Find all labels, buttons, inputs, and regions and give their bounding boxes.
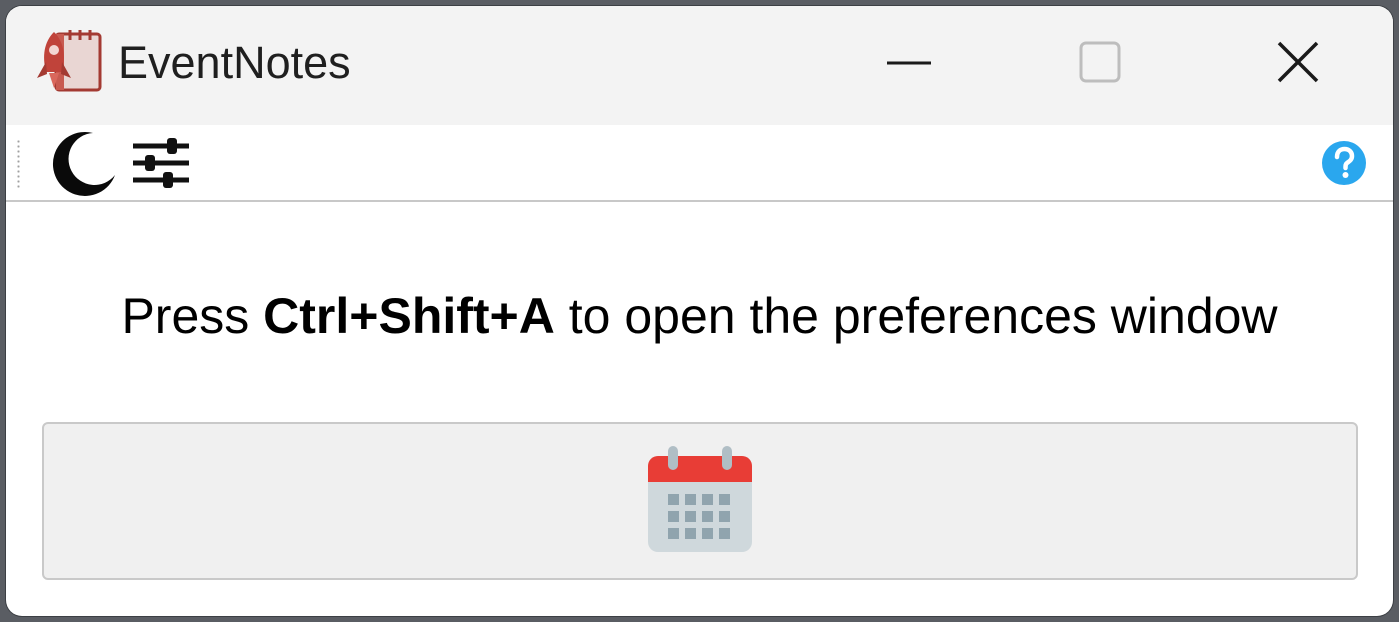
close-button[interactable]: [1253, 26, 1343, 102]
calendar-button[interactable]: [42, 422, 1358, 580]
settings-button[interactable]: [130, 137, 192, 193]
hint-suffix: to open the preferences window: [554, 288, 1278, 344]
shortcut-key: Ctrl+Shift+A: [263, 288, 555, 344]
help-button[interactable]: [1320, 140, 1368, 191]
toolbar-grip[interactable]: [17, 139, 20, 189]
window-title: EventNotes: [118, 37, 351, 88]
rocket-notebook-icon: [34, 26, 104, 96]
dark-mode-button[interactable]: [48, 131, 120, 199]
sliders-icon: [131, 136, 191, 195]
calendar-icon: [646, 444, 754, 559]
hint-prefix: Press: [121, 288, 264, 344]
app-window: EventNotes Press Ctrl+Shift+A to open th…: [6, 6, 1393, 616]
preferences-hint: Press Ctrl+Shift+A to open the preferenc…: [6, 287, 1393, 345]
moon-icon: [49, 129, 119, 202]
minimize-icon: [884, 55, 934, 73]
toolbar: [6, 125, 1393, 202]
help-icon: [1321, 140, 1367, 191]
minimize-button[interactable]: [864, 26, 954, 102]
close-icon: [1274, 38, 1322, 91]
maximize-button[interactable]: [1055, 26, 1145, 102]
title-bar[interactable]: EventNotes: [6, 6, 1393, 125]
maximize-icon: [1078, 40, 1122, 89]
